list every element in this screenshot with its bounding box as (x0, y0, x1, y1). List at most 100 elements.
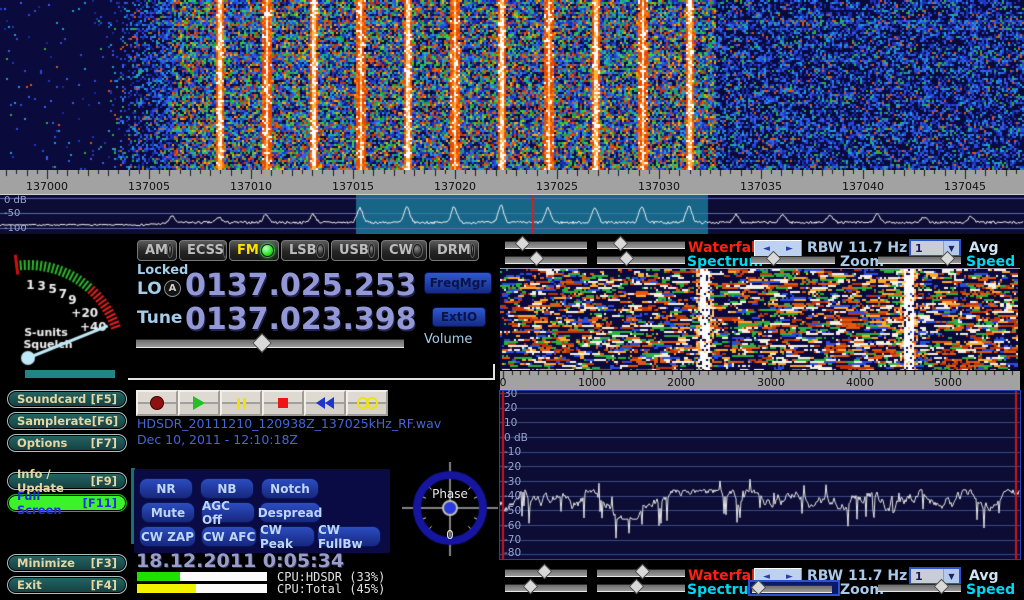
record-icon (150, 396, 164, 410)
full-screen-button[interactable]: Full Screen [F11] (7, 494, 127, 512)
button-fkey: [F4] (91, 578, 117, 592)
main-frequency-scale[interactable]: 137000 137005 137010 137015 137020 13702… (0, 170, 1024, 195)
db-label: -70 (504, 534, 521, 546)
freq-label: 137035 (740, 180, 782, 193)
slider-thumb[interactable] (613, 236, 629, 252)
mode-am-button[interactable]: AM (137, 240, 177, 261)
button-label: Full Screen (17, 489, 83, 517)
avg-dropdown[interactable]: 1 ▼ (909, 567, 961, 585)
button-label: Options (17, 436, 67, 450)
squelch-level-bar[interactable] (25, 370, 115, 378)
avg-dropdown[interactable]: 1 ▼ (909, 239, 961, 257)
mute-button[interactable]: Mute (141, 502, 195, 523)
volume-slider[interactable] (136, 339, 404, 348)
soundcard-button[interactable]: Soundcard [F5] (7, 390, 127, 408)
auto-lock-button[interactable]: A (164, 280, 181, 297)
button-label: Samplerate (17, 414, 92, 428)
rx-frequency-scale[interactable]: 0 1000 2000 3000 4000 5000 (500, 371, 1020, 390)
led-icon (168, 244, 172, 257)
rx-spectrum-display[interactable] (500, 391, 1020, 559)
main-spectrum-canvas[interactable] (0, 195, 1024, 234)
db-label: 30 (504, 388, 517, 400)
button-label: Info / Update (17, 467, 91, 495)
mode-ecss-button[interactable]: ECSS (179, 240, 227, 261)
rewind-button[interactable] (304, 390, 346, 416)
mode-usb-button[interactable]: USB (331, 240, 379, 261)
chevron-right-icon[interactable]: ► (778, 241, 801, 256)
zoom-slider-focused[interactable] (748, 580, 840, 596)
cw-zap-button[interactable]: CW ZAP (139, 526, 196, 547)
spectrum-offset-slider[interactable] (597, 584, 685, 592)
samplerate-button[interactable]: Samplerate [F6] (7, 412, 127, 430)
mode-drm-button[interactable]: DRM (429, 240, 479, 261)
notch-button[interactable]: Notch (261, 478, 319, 499)
mode-fm-button[interactable]: FM (229, 240, 279, 261)
cw-peak-button[interactable]: CW Peak (259, 526, 315, 547)
db-label: -100 (4, 223, 27, 234)
play-button[interactable] (178, 390, 220, 416)
right-top-control-bar: Waterfall ◄ ► RBW 11.7 Hz 1 ▼ Avg Spectr… (497, 238, 1024, 268)
nb-button[interactable]: NB (200, 478, 254, 499)
info-update-button[interactable]: Info / Update [F9] (7, 472, 127, 490)
rx-waterfall-display[interactable] (500, 269, 1018, 370)
lo-frequency-display[interactable]: 0137.025.253 (185, 268, 417, 303)
mode-cw-button[interactable]: CW (381, 240, 427, 261)
freq-label: 1000 (578, 376, 606, 389)
freq-label: 5000 (934, 376, 962, 389)
waterfall-brightness-slider[interactable] (597, 569, 685, 577)
stop-button[interactable] (262, 390, 304, 416)
spectrum-offset-slider[interactable] (597, 256, 685, 264)
freq-label: 137040 (842, 180, 884, 193)
agc-off-button[interactable]: AGC Off (201, 502, 255, 523)
cw-fullbw-button[interactable]: CW FullBw (317, 526, 381, 547)
speed-slider[interactable] (878, 584, 961, 592)
speed-slider[interactable] (878, 256, 961, 264)
mode-label: LSB (289, 243, 317, 258)
locked-label: Locked (137, 263, 188, 278)
db-label: 0 dB (504, 432, 528, 444)
loop-icon (357, 397, 378, 409)
zoom-slider[interactable] (751, 256, 835, 264)
rx-waterfall-box[interactable] (500, 268, 1020, 371)
waterfall-brightness-slider[interactable] (597, 241, 685, 249)
slider-thumb[interactable] (619, 251, 635, 267)
nr-button[interactable]: NR (139, 478, 193, 499)
led-icon (317, 244, 324, 257)
db-label: -50 (4, 208, 20, 219)
tune-frequency-display[interactable]: 0137.023.398 (185, 302, 417, 337)
slider-thumb[interactable] (629, 579, 645, 595)
exit-button[interactable]: Exit [F4] (7, 576, 127, 594)
pause-button[interactable] (220, 390, 262, 416)
despread-button[interactable]: Despread (259, 502, 321, 523)
loop-button[interactable] (346, 390, 388, 416)
slider-thumb[interactable] (529, 251, 545, 267)
mode-label: FM (237, 243, 259, 258)
rx-spectrum-box[interactable]: 30 20 10 0 dB -10 -20 -30 -40 -50 -60 -7… (499, 390, 1021, 560)
zoom-slider[interactable] (752, 585, 832, 593)
spectrum-range-slider[interactable] (505, 584, 587, 592)
extio-button[interactable]: ExtIO (432, 307, 486, 327)
rewind-icon (316, 397, 334, 409)
button-fkey: [F9] (91, 474, 117, 488)
main-spectrum-display[interactable]: 0 dB -50 -100 (0, 195, 1024, 234)
slider-thumb[interactable] (515, 236, 531, 252)
spectrum-range-slider[interactable] (505, 256, 587, 264)
main-waterfall-display[interactable] (0, 0, 1024, 170)
lo-label: LO (137, 279, 162, 299)
slider-thumb[interactable] (523, 579, 539, 595)
db-label: -10 (504, 446, 521, 458)
slider-thumb[interactable] (751, 580, 767, 596)
dropdown-arrow-icon[interactable]: ▼ (943, 569, 959, 583)
slider-thumb[interactable] (537, 564, 553, 580)
waterfall-contrast-slider[interactable] (505, 241, 587, 249)
freqmgr-button[interactable]: FreqMgr (424, 272, 492, 294)
cw-afc-button[interactable]: CW AFC (201, 526, 257, 547)
slider-thumb[interactable] (635, 564, 651, 580)
minimize-button[interactable]: Minimize [F3] (7, 554, 127, 572)
options-button[interactable]: Options [F7] (7, 434, 127, 452)
waterfall-contrast-slider[interactable] (505, 569, 587, 577)
db-label: -80 (504, 547, 521, 559)
button-fkey: [F6] (92, 414, 118, 428)
mode-lsb-button[interactable]: LSB (281, 240, 329, 261)
record-button[interactable] (136, 390, 178, 416)
